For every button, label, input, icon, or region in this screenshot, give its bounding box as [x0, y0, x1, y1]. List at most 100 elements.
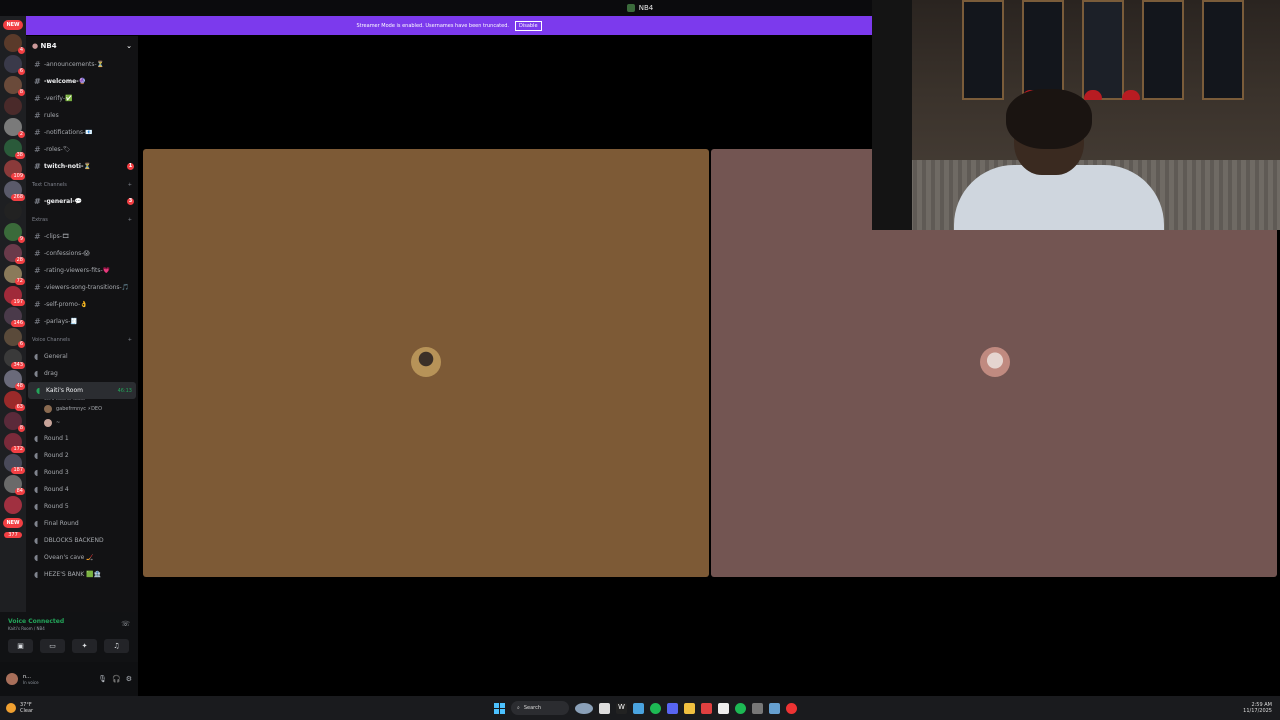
guild-icon[interactable]: 268 [4, 181, 25, 201]
guild-icon[interactable]: 38 [4, 139, 25, 159]
new-badge-top[interactable]: NEW [3, 20, 23, 30]
channel-2[interactable]: # -rating-viewers-fits-💗 [26, 262, 138, 279]
spotify-icon[interactable] [735, 702, 746, 714]
user-status: In voice [23, 679, 39, 685]
channel-1[interactable]: # -welcome-🔮 [26, 73, 138, 90]
guild-icon[interactable]: 6 [4, 55, 25, 75]
guild-icon[interactable]: 9 [4, 223, 25, 243]
category-text-channels[interactable]: Text Channels + [26, 177, 138, 193]
avatar[interactable] [6, 673, 18, 685]
voice-channel-1[interactable]: ◖ Round 2 [26, 447, 138, 464]
guild-icon[interactable] [4, 97, 22, 115]
disable-button[interactable]: Disable [514, 20, 542, 31]
channel-0[interactable]: # -clips-🎞 [26, 228, 138, 245]
gear-icon[interactable]: ⚙ [126, 675, 132, 683]
guild-icon[interactable]: 84 [4, 475, 25, 495]
microphone-icon[interactable]: 🎙 [98, 675, 107, 683]
app-icon[interactable] [718, 702, 729, 714]
channel-6[interactable]: # twitch-noti-⏳ 1 [26, 158, 138, 175]
guild-icon[interactable]: 8 [4, 412, 25, 432]
guild-icon[interactable]: 187 [4, 454, 25, 474]
speaker-icon: ◖ [34, 553, 39, 562]
hash-icon: # [34, 128, 41, 137]
guild-icon[interactable]: 2 [4, 118, 25, 138]
voice-channel-2[interactable]: ◖ Round 3 [26, 464, 138, 481]
channel-3[interactable]: # rules [26, 107, 138, 124]
voice-channel-1[interactable]: ◖ drag [26, 365, 138, 382]
file-explorer-icon[interactable] [684, 702, 695, 714]
word-icon[interactable]: W [616, 702, 627, 714]
server-header[interactable]: ● NB4 ⌄ [26, 36, 138, 56]
voice-channel-0[interactable]: ◖ General [26, 348, 138, 365]
start-button[interactable] [494, 702, 505, 714]
server-list: NEW 4 6 8 2 38 109 268 9 28 72 197 146 6… [0, 16, 26, 696]
voice-channel-6[interactable]: ◖ DBLOCKS BACKEND [26, 532, 138, 549]
user-panel: n... In voice 🎙 🎧 ⚙ [0, 662, 138, 696]
obs-icon[interactable] [786, 702, 797, 714]
voice-user[interactable]: gabefrmnyc ⚡DEO [26, 402, 138, 416]
channel-0[interactable]: # -general-💬 3 [26, 193, 138, 210]
guild-icon[interactable]: 197 [4, 286, 25, 306]
task-view-icon[interactable] [599, 702, 610, 714]
camera-button[interactable]: ▣ [8, 639, 33, 653]
hash-icon: # [34, 60, 41, 69]
channel-4[interactable]: # -self-promo-👌 [26, 296, 138, 313]
voice-channel-0[interactable]: ◖ Round 1 [26, 430, 138, 447]
voice-channel-5[interactable]: ◖ Final Round [26, 515, 138, 532]
voice-tile-user-1[interactable] [143, 149, 709, 577]
channel-4[interactable]: # -notifications-📧 [26, 124, 138, 141]
headphones-icon[interactable]: 🎧 [112, 675, 121, 683]
channel-5[interactable]: # -roles-🏷 [26, 141, 138, 158]
guild-icon[interactable]: 8 [4, 76, 25, 96]
voice-channel-7[interactable]: ◖ Ovean's cave 🏒 [26, 549, 138, 566]
new-badge-bottom[interactable]: NEW [3, 518, 23, 528]
guild-icon[interactable]: 6 [4, 328, 25, 348]
screen-share-button[interactable]: ▭ [40, 639, 65, 653]
channel-5[interactable]: # -parlays-🧾 [26, 313, 138, 330]
telegram-icon[interactable] [633, 702, 644, 714]
spotify-icon[interactable] [650, 702, 661, 714]
channel-2[interactable]: # -verify-✅ [26, 90, 138, 107]
soundboard-button[interactable]: ♫ [104, 639, 129, 653]
guild-icon[interactable]: 48 [4, 370, 25, 390]
add-channel-icon[interactable]: + [128, 337, 132, 343]
voice-user[interactable]: ~ [26, 416, 138, 430]
add-channel-icon[interactable]: + [128, 217, 132, 223]
hash-icon: # [34, 249, 41, 258]
guild-icon[interactable]: 72 [4, 265, 25, 285]
system-clock[interactable]: 2:59 AM 11/17/2025 [1243, 702, 1272, 714]
guild-icon[interactable]: 146 [4, 307, 25, 327]
voice-channel-4[interactable]: ◖ Round 5 [26, 498, 138, 515]
channel-3[interactable]: # -viewers-song-transitions-🎵 [26, 279, 138, 296]
voice-channel-active[interactable]: ◖ Kaiti's Room 46:13 [28, 382, 136, 399]
discord-icon[interactable] [667, 702, 678, 714]
guild-icon[interactable]: 4 [4, 34, 25, 54]
guild-icon[interactable]: 109 [4, 160, 25, 180]
guild-icon[interactable]: 343 [4, 349, 25, 369]
channel-1[interactable]: # -confessions-😱 [26, 245, 138, 262]
browser-icon[interactable] [701, 702, 712, 714]
category-voice-channels[interactable]: Voice Channels + [26, 332, 138, 348]
add-channel-icon[interactable]: + [128, 182, 132, 188]
speaker-icon: ◖ [34, 369, 39, 378]
guild-icon[interactable] [4, 496, 22, 514]
weather-widget[interactable]: 37°F Clear [6, 702, 33, 714]
hash-icon: # [34, 77, 41, 86]
guild-icon[interactable]: 172 [4, 433, 25, 453]
channel-0[interactable]: # -announcements-⏳ [26, 56, 138, 73]
category-extras[interactable]: Extras + [26, 212, 138, 228]
widgets-icon[interactable] [575, 702, 593, 714]
settings-icon[interactable] [752, 702, 763, 714]
guild-icon[interactable] [4, 202, 22, 220]
voice-location[interactable]: Kaiti's Room / NB4 [8, 626, 130, 631]
background-figure [872, 0, 912, 230]
voice-channel-3[interactable]: ◖ Round 4 [26, 481, 138, 498]
disconnect-icon[interactable]: ☏ [121, 620, 130, 628]
voice-channel-8[interactable]: ◖ HEZE'S BANK 🟩🏦 [26, 566, 138, 583]
guild-icon[interactable]: 28 [4, 244, 25, 264]
search-box[interactable]: ⌕ Search [511, 701, 569, 715]
speaker-icon: ◖ [34, 451, 39, 460]
activities-button[interactable]: ✦ [72, 639, 97, 653]
steam-icon[interactable] [769, 702, 780, 714]
guild-icon[interactable]: 63 [4, 391, 25, 411]
